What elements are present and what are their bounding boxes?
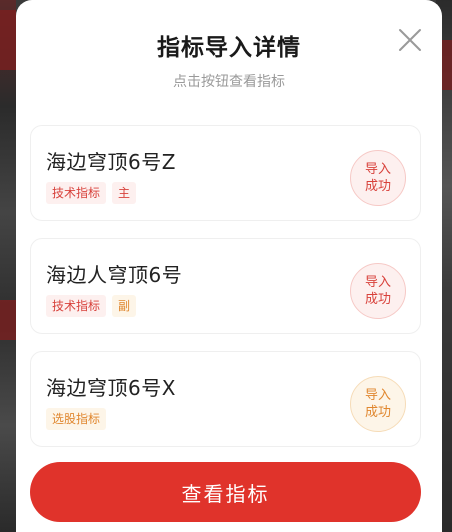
indicator-name: 海边人穹顶6号 <box>46 263 183 287</box>
dialog-subtitle: 点击按钮查看指标 <box>173 74 285 90</box>
indicator-name: 海边穹顶6号X <box>46 376 176 400</box>
indicator-name: 海边穹顶6号Z <box>46 150 176 174</box>
stamp-line1: 导入 <box>364 388 391 403</box>
indicator-tags: 技术指标 主 <box>46 182 137 204</box>
view-indicator-button[interactable]: 查看指标 <box>30 462 421 522</box>
stamp-line2: 成功 <box>364 405 391 420</box>
indicator-list: 海边穹顶6号Z 技术指标 主 导入 成功 海边人穹顶6号 技术指标 副 导入 成… <box>30 125 421 464</box>
indicator-role-tag: 主 <box>112 182 137 204</box>
import-success-stamp: 导入 成功 <box>350 376 406 432</box>
indicator-tags: 技术指标 副 <box>46 295 137 317</box>
background-stripe <box>0 300 16 340</box>
indicator-type-tag: 选股指标 <box>46 408 107 430</box>
close-icon <box>399 29 421 51</box>
indicator-card[interactable]: 海边穹顶6号Z 技术指标 主 导入 成功 <box>30 125 421 221</box>
indicator-type-tag: 技术指标 <box>46 295 107 317</box>
indicator-import-dialog: 指标导入详情 点击按钮查看指标 海边穹顶6号Z 技术指标 主 导入 成功 海边人… <box>16 0 442 532</box>
background-stripe <box>0 10 16 70</box>
stamp-line2: 成功 <box>364 179 391 194</box>
close-button[interactable] <box>396 26 424 54</box>
indicator-role-tag: 副 <box>112 295 137 317</box>
indicator-type-tag: 技术指标 <box>46 182 107 204</box>
import-success-stamp: 导入 成功 <box>350 263 406 319</box>
dialog-title: 指标导入详情 <box>157 35 301 61</box>
stamp-line1: 导入 <box>364 275 391 290</box>
stamp-line1: 导入 <box>364 162 391 177</box>
indicator-tags: 选股指标 <box>46 408 107 430</box>
indicator-card[interactable]: 海边穹顶6号X 选股指标 导入 成功 <box>30 351 421 447</box>
indicator-card[interactable]: 海边人穹顶6号 技术指标 副 导入 成功 <box>30 238 421 334</box>
stamp-line2: 成功 <box>364 292 391 307</box>
background-left-edge <box>0 0 16 532</box>
import-success-stamp: 导入 成功 <box>350 150 406 206</box>
